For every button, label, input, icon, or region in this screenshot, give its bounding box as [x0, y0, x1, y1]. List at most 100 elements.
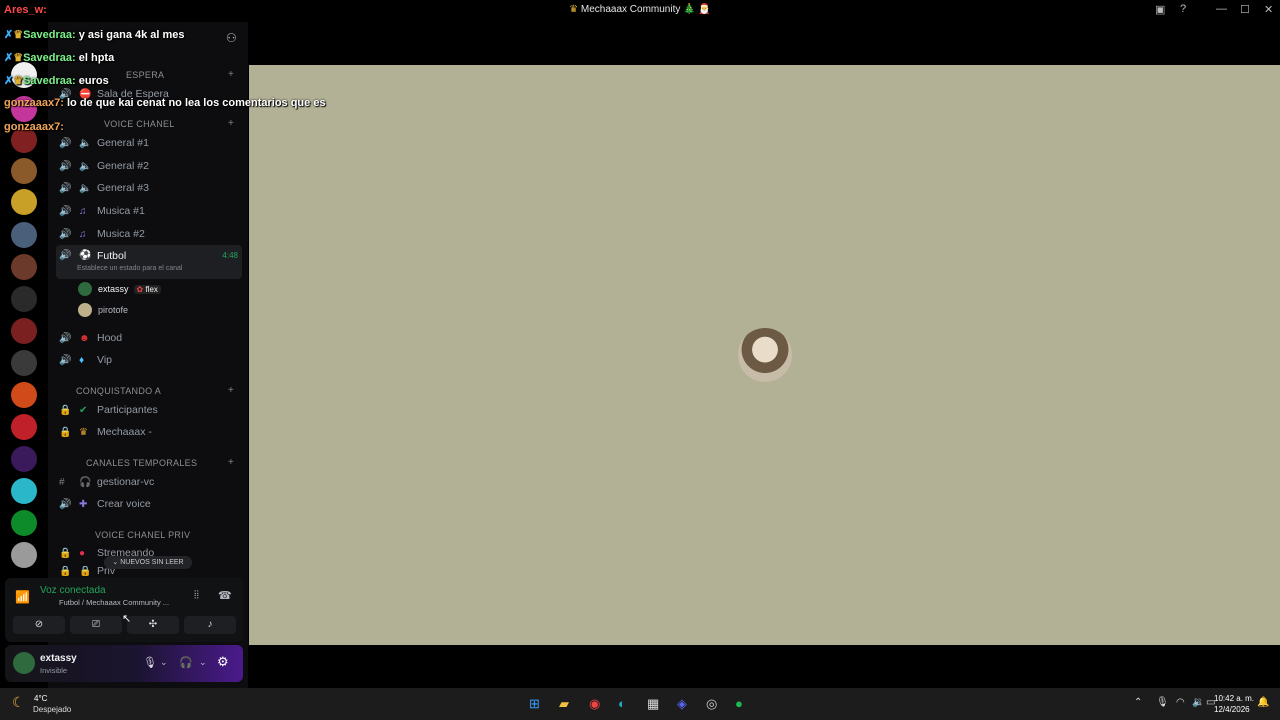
- clan-badge: ✿ flex: [133, 284, 161, 294]
- sword-icon: ✗: [4, 52, 14, 64]
- voice-location[interactable]: Futbol / Mechaaax Community ...: [59, 598, 169, 607]
- windows-start-icon[interactable]: ⊞: [529, 696, 540, 712]
- channel-hood[interactable]: 🔊 ☻ Hood: [56, 328, 242, 348]
- file-explorer-icon[interactable]: ▰: [559, 696, 569, 712]
- server-icon[interactable]: [11, 510, 37, 536]
- voice-status[interactable]: Voz conectada: [40, 585, 106, 596]
- clock-time[interactable]: 10:42 a. m.: [1214, 694, 1254, 703]
- volume-icon[interactable]: 🔉: [1192, 697, 1204, 708]
- headphones-icon[interactable]: 🎧: [179, 656, 193, 669]
- category-voice-chanel[interactable]: VOICE CHANEL: [104, 119, 175, 129]
- discord-icon[interactable]: ◈: [677, 696, 687, 712]
- weather-temp[interactable]: 4°C: [34, 694, 47, 703]
- plus-icon: ✚: [79, 498, 88, 510]
- category-voice-chanel-priv[interactable]: VOICE CHANEL PRIV: [95, 530, 190, 540]
- headphones-icon: 🎧: [79, 476, 92, 488]
- noise-suppression-icon[interactable]: ⦙⦙: [194, 589, 199, 602]
- add-channel-icon[interactable]: +: [228, 118, 234, 129]
- tray-mic-icon[interactable]: 🎙: [1156, 697, 1169, 708]
- signal-icon[interactable]: 📶: [15, 590, 30, 604]
- server-icon[interactable]: [11, 350, 37, 376]
- speaker-icon: 🔈: [79, 160, 92, 172]
- channel-futbol[interactable]: 🔊 ⚽ Futbol 4:48 Establece un estado para…: [56, 245, 242, 279]
- activities-button[interactable]: ✣: [127, 616, 179, 634]
- help-icon[interactable]: ?: [1180, 3, 1186, 15]
- server-icon[interactable]: [11, 414, 37, 440]
- chrome-icon[interactable]: ◉: [589, 696, 600, 712]
- window-titlebar: ♛ Mechaaax Community 🎄 🎅 ▣ ? — ☐ ✕: [0, 0, 1280, 22]
- screen-share-button[interactable]: ⎚: [70, 616, 122, 634]
- inbox-icon[interactable]: ▣: [1155, 3, 1165, 16]
- category-canales-temporales[interactable]: CANALES TEMPORALES: [86, 458, 197, 468]
- maximize-icon[interactable]: ☐: [1240, 3, 1250, 16]
- chevron-down-icon[interactable]: ⌄: [160, 657, 168, 668]
- chat-username: gonzaaax7:: [4, 97, 64, 109]
- weather-moon-icon[interactable]: ☾: [12, 694, 25, 711]
- speaker-icon: 🔊: [59, 205, 72, 217]
- category-conquistando[interactable]: CONQUISTANDO A: [76, 386, 161, 396]
- server-icon[interactable]: [11, 222, 37, 248]
- voice-user-extassy[interactable]: extassy ✿ flex: [78, 282, 161, 296]
- channel-gestionar-vc[interactable]: # 🎧 gestionar-vc: [56, 472, 242, 492]
- microphone-icon[interactable]: 🎙: [143, 656, 157, 669]
- soundboard-icon: ♪: [207, 619, 213, 630]
- avatar[interactable]: [13, 652, 35, 674]
- speaker-avatar[interactable]: [738, 328, 792, 382]
- camera-button[interactable]: ⊘: [13, 616, 65, 634]
- add-channel-icon[interactable]: +: [228, 457, 234, 468]
- soundboard-button[interactable]: ♪: [184, 616, 236, 634]
- clock-date[interactable]: 12/4/2026: [1214, 705, 1250, 714]
- channel-musica-1[interactable]: 🔊 ♫ Musica #1: [56, 201, 242, 221]
- crown-icon: ♛: [13, 52, 24, 64]
- channel-participantes[interactable]: 🔒 ✔ Participantes: [56, 400, 242, 420]
- disconnect-icon[interactable]: ☎: [218, 589, 232, 602]
- server-icon[interactable]: [11, 446, 37, 472]
- server-icon[interactable]: [11, 478, 37, 504]
- weather-desc[interactable]: Despejado: [33, 705, 71, 714]
- server-icon[interactable]: [11, 254, 37, 280]
- add-channel-icon[interactable]: +: [228, 69, 234, 80]
- chevron-down-icon: ⌄: [112, 559, 119, 566]
- mouse-cursor-icon: ↖: [122, 613, 132, 625]
- server-icon[interactable]: [11, 382, 37, 408]
- speaker-icon: 🔊: [59, 354, 72, 366]
- tray-chevron-icon[interactable]: ⌃: [1134, 697, 1142, 708]
- channel-mechaaax[interactable]: 🔒 ♛ Mechaaax -: [56, 422, 242, 442]
- edge-icon[interactable]: ◐: [618, 696, 626, 711]
- sword-icon: ✗: [4, 75, 14, 87]
- activities-icon: ✣: [148, 619, 158, 630]
- channel-label: General #2: [97, 160, 149, 172]
- wifi-icon[interactable]: ◠: [1176, 697, 1185, 708]
- channel-musica-2[interactable]: 🔊 ♫ Musica #2: [56, 224, 242, 244]
- obs-icon[interactable]: ◎: [706, 696, 717, 712]
- channel-crear-voice[interactable]: 🔊 ✚ Crear voice: [56, 494, 242, 514]
- category-espera[interactable]: ESPERA: [126, 70, 164, 80]
- server-icon[interactable]: [11, 542, 37, 568]
- sword-icon: ✗: [4, 29, 14, 41]
- minimize-icon[interactable]: —: [1216, 3, 1227, 15]
- add-channel-icon[interactable]: +: [228, 385, 234, 396]
- voice-user-pirotofe[interactable]: pirotofe: [78, 303, 128, 317]
- user-name[interactable]: extassy: [40, 653, 77, 664]
- add-friend-icon[interactable]: ⚇: [226, 31, 237, 45]
- server-icon[interactable]: [11, 286, 37, 312]
- new-unread-pill[interactable]: ⌄ NUEVOS SIN LEER: [104, 556, 192, 569]
- speaker-icon: 🔊: [59, 498, 72, 510]
- server-icon[interactable]: [11, 189, 37, 215]
- store-icon[interactable]: ▦: [647, 696, 659, 712]
- channel-general-2[interactable]: 🔊 🔈 General #2: [56, 156, 242, 176]
- lock-icon: 🔒: [59, 566, 72, 576]
- notification-icon[interactable]: 🔔: [1257, 697, 1269, 708]
- channel-status-hint[interactable]: Establece un estado para el canal: [77, 265, 182, 272]
- server-icon[interactable]: [11, 158, 37, 184]
- channel-general-1[interactable]: 🔊 🔈 General #1: [56, 133, 242, 153]
- chevron-down-icon[interactable]: ⌄: [199, 657, 207, 668]
- chat-overlay-line: Ares_w:: [4, 4, 47, 16]
- channel-vip[interactable]: 🔊 ♦ Vip: [56, 350, 242, 370]
- spotify-icon[interactable]: ●: [735, 696, 743, 711]
- diamond-icon: ♦: [79, 354, 85, 366]
- settings-gear-icon[interactable]: ⚙: [217, 654, 229, 670]
- channel-general-3[interactable]: 🔊 🔈 General #3: [56, 178, 242, 198]
- server-icon[interactable]: [11, 318, 37, 344]
- close-icon[interactable]: ✕: [1264, 3, 1273, 16]
